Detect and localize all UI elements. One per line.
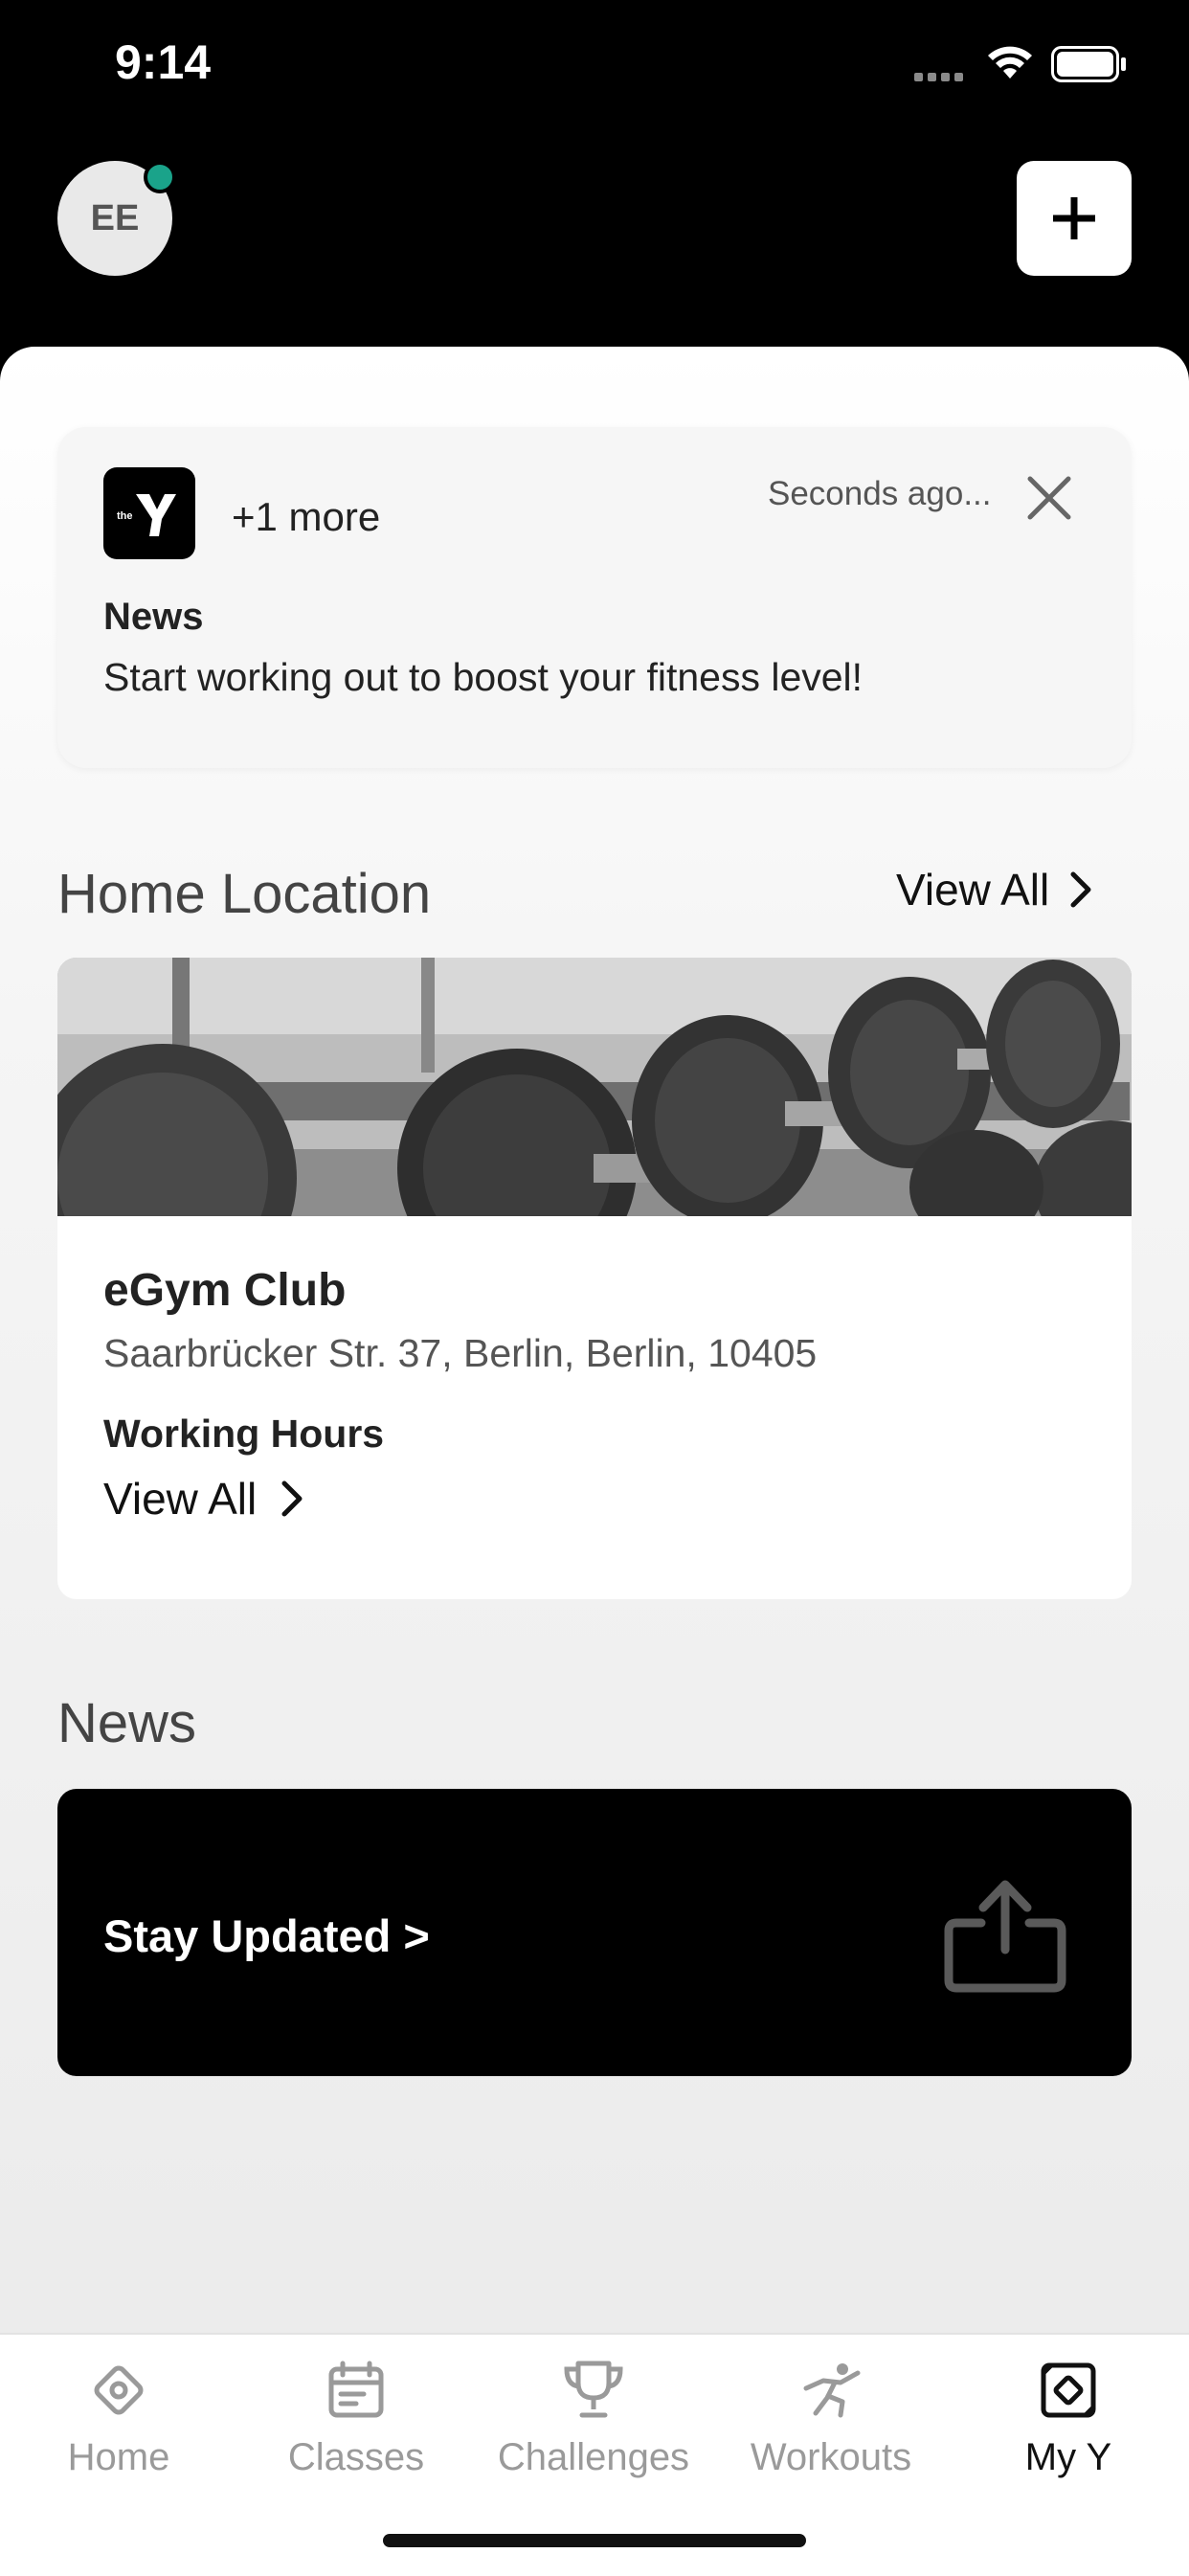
gym-dumbbells-photo [57,958,1132,1216]
view-all-label: View All [896,865,1050,915]
notification-more-count: +1 more [232,494,381,539]
home-indicator [383,2534,806,2547]
notification-card[interactable]: the +1 more Seconds ago... News Start wo… [57,427,1132,768]
tab-my-y[interactable]: My Y [950,2354,1187,2507]
club-name: eGym Club [103,1265,347,1316]
working-hours-view-all-link[interactable]: View All [103,1473,304,1525]
news-heading: News [57,1692,197,1754]
home-location-card[interactable]: eGym Club Saarbrücker Str. 37, Berlin, B… [57,958,1132,1599]
notification-title: News [103,596,204,638]
calendar-icon [328,2361,384,2418]
status-time: 9:14 [115,35,212,89]
tab-challenges[interactable]: Challenges [475,2354,712,2507]
my-y-icon [1041,2362,1096,2418]
plus-icon [1053,197,1095,239]
chevron-right-icon [281,1480,303,1517]
tab-label: Classes [287,2436,425,2478]
online-status-dot [144,161,176,193]
tab-workouts[interactable]: Workouts [712,2354,950,2507]
tab-home[interactable]: Home [0,2354,237,2507]
working-hours-label: Working Hours [103,1412,385,1456]
wifi-icon [988,46,1032,79]
tab-label: Workouts [750,2436,912,2478]
notification-timestamp: Seconds ago... [768,475,992,512]
ymca-logo: the [103,467,195,559]
chevron-right-icon [1070,871,1091,908]
svg-text:the: the [117,510,133,522]
running-icon [803,2363,861,2418]
share-icon[interactable] [943,1875,1067,1996]
tab-label: Challenges [497,2436,690,2478]
notification-body: Start working out to boost your fitness … [103,655,864,699]
battery-icon [1051,46,1126,82]
home-icon [94,2365,144,2415]
tab-label: My Y [1024,2436,1112,2478]
content-sheet: the +1 more Seconds ago... News Start wo… [0,347,1189,2574]
close-icon[interactable] [1026,475,1072,521]
club-address: Saarbrücker Str. 37, Berlin, Berlin, 104… [103,1331,818,1375]
tab-classes[interactable]: Classes [237,2354,475,2507]
app-screen: 9:14 EE the +1 more Seconds ago... News … [0,0,1189,2576]
avatar-initials: EE [90,197,140,238]
trophy-icon [564,2361,623,2418]
add-button[interactable] [1017,161,1132,276]
stay-updated-label: Stay Updated > [103,1910,430,1961]
home-location-heading: Home Location [57,863,432,925]
tab-label: Home [67,2436,170,2478]
home-location-view-all-link[interactable]: View All [896,864,1093,915]
view-all-label: View All [103,1474,258,1524]
cellular-signal-icon [914,69,968,86]
news-card[interactable]: Stay Updated > [57,1789,1132,2076]
